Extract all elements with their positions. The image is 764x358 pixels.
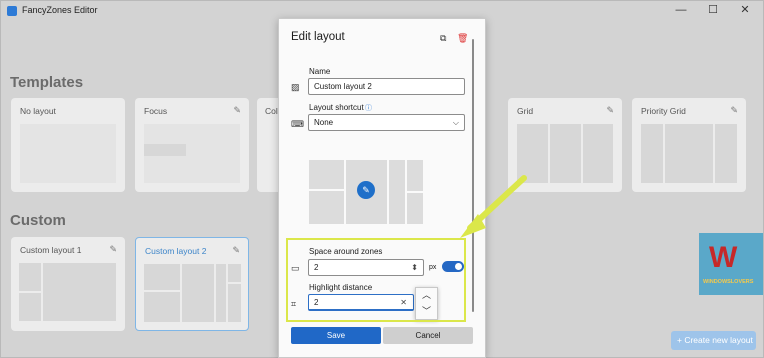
cancel-button[interactable]: Cancel <box>383 327 473 344</box>
annotation-arrow <box>460 175 527 238</box>
save-button[interactable]: Save <box>291 327 381 344</box>
